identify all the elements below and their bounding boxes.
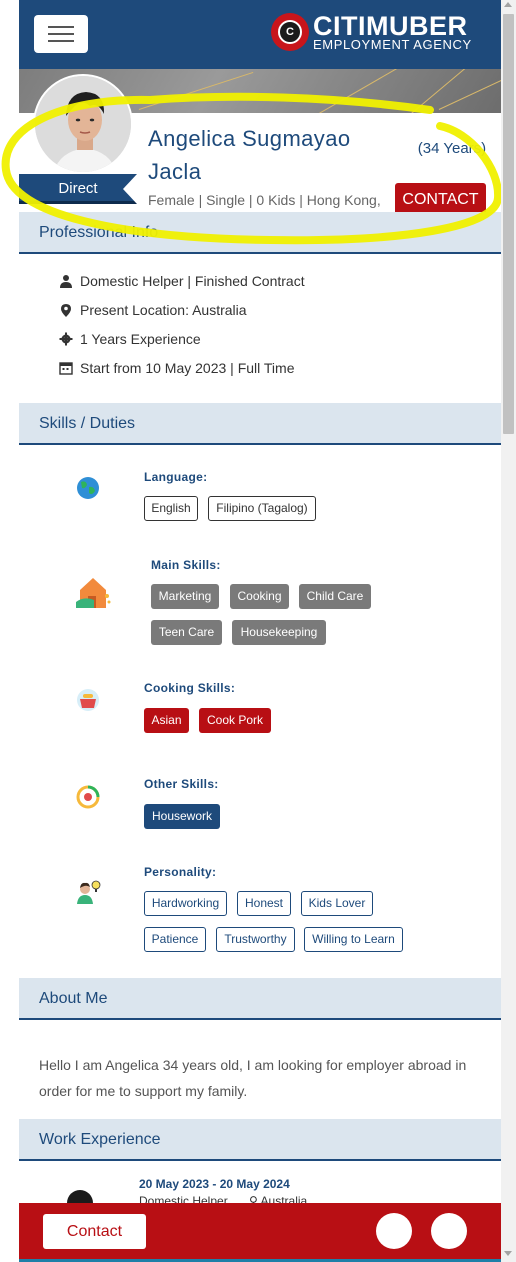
avatar[interactable] — [33, 74, 133, 174]
scroll-thumb[interactable] — [503, 14, 514, 434]
professional-info-header: Professional Info — [19, 212, 501, 254]
calendar-icon — [59, 362, 73, 375]
scrollbar[interactable] — [501, 0, 516, 1262]
personality-chip: Kids Lover — [301, 891, 373, 916]
language-chip: English — [144, 496, 198, 521]
language-label: Language: — [144, 470, 208, 484]
about-text: Hello I am Angelica 34 years old, I am l… — [39, 1057, 467, 1099]
info-row-location: Present Location: Australia — [59, 300, 479, 322]
personality-label: Personality: — [144, 865, 217, 879]
other-skills-label: Other Skills: — [144, 777, 219, 791]
personality-chip: Hardworking — [144, 891, 227, 916]
main-skill-chip: Cooking — [230, 584, 289, 609]
work-date: 20 May 2023 - 20 May 2024 — [139, 1177, 290, 1191]
logo-icon[interactable]: C — [271, 13, 309, 51]
about-header: About Me — [19, 978, 501, 1020]
menu-button[interactable] — [34, 15, 88, 53]
main-skill-chip: Housekeeping — [232, 620, 326, 645]
globe-icon — [77, 477, 99, 499]
direct-badge: Direct — [19, 174, 137, 204]
candidate-age: (34 Years) — [417, 140, 487, 157]
personality-chip: Honest — [237, 891, 291, 916]
direct-label: Direct — [58, 180, 98, 197]
cooking-pot-icon — [77, 689, 99, 711]
personality-chip: Patience — [144, 927, 206, 952]
main-skills-label: Main Skills: — [151, 558, 221, 572]
candidate-name: Angelica Sugmayao Jacla — [148, 126, 351, 184]
bottom-action-bar: Contact — [19, 1203, 501, 1262]
contact-button[interactable]: CONTACT — [395, 183, 486, 215]
scroll-down-arrow[interactable] — [504, 1251, 512, 1256]
skills-header: Skills / Duties — [19, 403, 501, 445]
language-chip: Filipino (Tagalog) — [208, 496, 316, 521]
phone-icon[interactable] — [431, 1213, 467, 1249]
brand-title[interactable]: CITIMUBER — [313, 12, 468, 40]
logo-glyph: C — [278, 20, 302, 44]
cooking-skill-chip: Cook Pork — [199, 708, 271, 733]
skills-badge-icon — [76, 785, 100, 809]
brand-subtitle: EMPLOYMENT AGENCY — [313, 37, 472, 52]
section-title: Professional Info — [39, 224, 159, 241]
info-row-start-date: Start from 10 May 2023 | Full Time — [59, 358, 479, 380]
info-row-occupation: Domestic Helper | Finished Contract — [59, 271, 479, 293]
page-gutter — [0, 0, 19, 1262]
candidate-meta: Female | Single | 0 Kids | Hong Kong, — [148, 192, 381, 208]
house-care-icon — [76, 578, 111, 608]
cooking-skills-label: Cooking Skills: — [144, 681, 236, 695]
main-skill-chip: Marketing — [151, 584, 219, 609]
section-title: Skills / Duties — [39, 415, 136, 432]
other-skill-chip: Housework — [144, 804, 220, 829]
main-skill-chip: Child Care — [299, 584, 371, 609]
site-header: C CITIMUBER EMPLOYMENT AGENCY — [19, 0, 501, 69]
scroll-up-arrow[interactable] — [504, 2, 512, 7]
profile-page: C CITIMUBER EMPLOYMENT AGENCY Direct Ang… — [19, 0, 501, 1262]
section-title: About Me — [39, 990, 108, 1007]
cooking-skill-chip: Asian — [144, 708, 189, 733]
main-skill-chip: Teen Care — [151, 620, 222, 645]
info-row-experience: 1 Years Experience — [59, 329, 479, 351]
person-idea-icon — [77, 880, 101, 904]
gear-icon — [59, 332, 73, 346]
user-icon — [60, 275, 72, 288]
hamburger-icon — [48, 26, 74, 28]
section-title: Work Experience — [39, 1131, 161, 1148]
personality-chip: Willing to Learn — [304, 927, 403, 952]
personality-chip: Trustworthy — [216, 927, 295, 952]
whatsapp-icon[interactable] — [376, 1213, 412, 1249]
work-experience-header: Work Experience — [19, 1119, 501, 1161]
bottom-contact-button[interactable]: Contact — [43, 1214, 146, 1249]
map-pin-icon — [61, 304, 71, 317]
